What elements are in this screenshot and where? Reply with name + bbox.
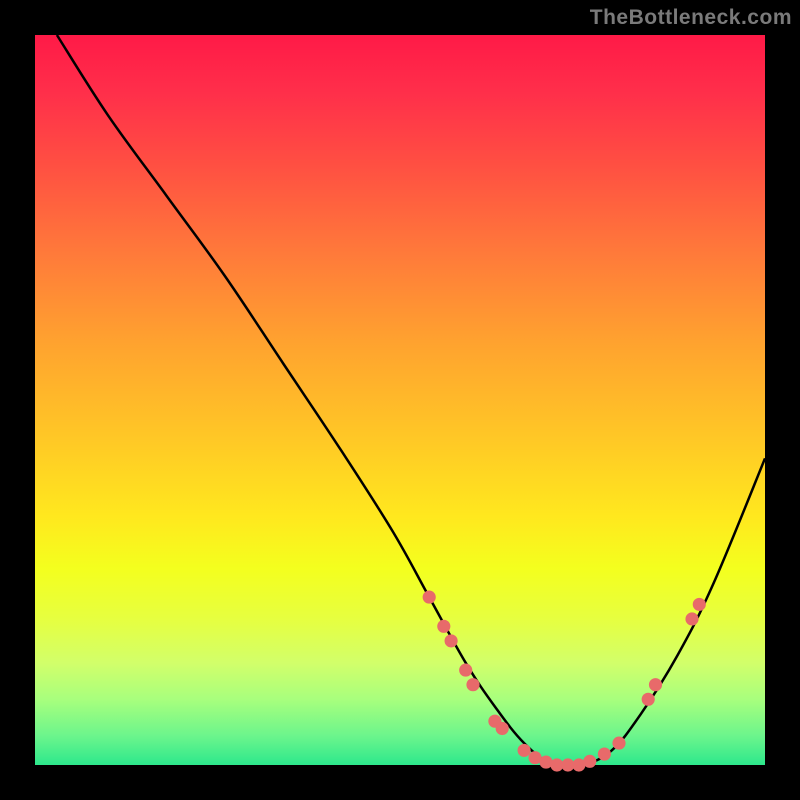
plot-background [35, 35, 765, 765]
chart-frame: TheBottleneck.com [0, 0, 800, 800]
watermark-label: TheBottleneck.com [590, 6, 792, 30]
